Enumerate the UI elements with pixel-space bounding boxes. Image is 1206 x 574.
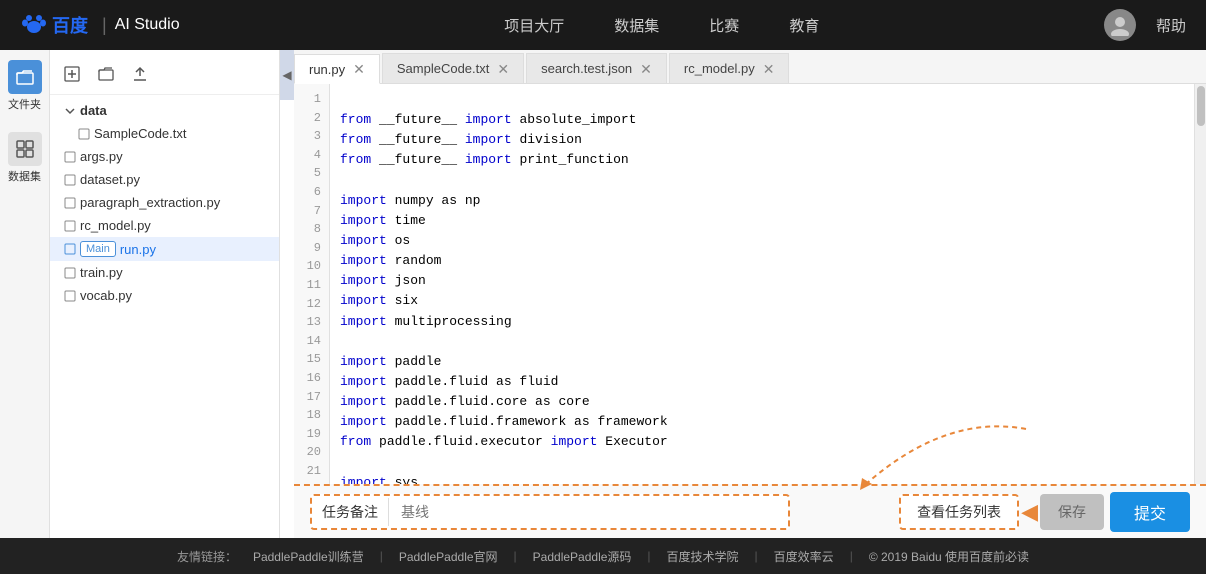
baidu-label: 百度 — [52, 12, 88, 38]
sidebar-dataset-group: 数据集 — [8, 132, 42, 184]
new-file-button[interactable] — [60, 62, 84, 86]
code-content[interactable]: from __future__ import absolute_import f… — [330, 84, 1194, 484]
folder-data[interactable]: data — [50, 99, 279, 122]
file-icon — [78, 128, 90, 140]
file-icon — [64, 174, 76, 186]
main-layout: 文件夹 数据集 data SampleCo — [0, 50, 1206, 538]
tab-close-samplecode[interactable]: ✕ — [497, 62, 509, 76]
file-icon — [64, 267, 76, 279]
file-args[interactable]: args.py — [50, 145, 279, 168]
editor-tabs: run.py ✕ SampleCode.txt ✕ search.test.js… — [294, 50, 1206, 84]
menu-item-competition[interactable]: 比赛 — [709, 15, 739, 36]
main-badge: Main — [80, 241, 116, 257]
footer-copyright: © 2019 Baidu 使用百度前必读 — [869, 548, 1029, 565]
sidebar-files-group: 文件夹 — [8, 60, 42, 112]
footer: 友情链接： PaddlePaddle训练营 | PaddlePaddle官网 |… — [0, 538, 1206, 574]
new-file-icon — [64, 66, 80, 82]
menu-item-datasets[interactable]: 数据集 — [614, 15, 659, 36]
footer-sep-4: | — [755, 549, 758, 563]
sidebar-icons: 文件夹 数据集 — [0, 50, 50, 538]
editor-area: run.py ✕ SampleCode.txt ✕ search.test.js… — [294, 50, 1206, 538]
file-rc-model[interactable]: rc_model.py — [50, 214, 279, 237]
new-folder-icon — [98, 66, 114, 82]
task-input-group: 任务备注 — [310, 494, 790, 530]
help-link[interactable]: 帮助 — [1156, 15, 1186, 36]
footer-link-baidutechacademy[interactable]: 百度技术学院 — [667, 548, 739, 565]
footer-link-baiducloud[interactable]: 百度效率云 — [774, 548, 834, 565]
file-train[interactable]: train.py — [50, 261, 279, 284]
file-icon — [64, 290, 76, 302]
upload-button[interactable] — [128, 62, 152, 86]
menu-item-projects[interactable]: 项目大厅 — [504, 15, 564, 36]
topnav: 百度 | AI Studio 项目大厅 数据集 比赛 教育 帮助 — [0, 0, 1206, 50]
view-tasks-button[interactable]: 查看任务列表 — [899, 494, 1019, 530]
new-folder-button[interactable] — [94, 62, 118, 86]
aistudio-label: AI Studio — [115, 16, 180, 34]
avatar[interactable] — [1104, 9, 1136, 41]
tab-close-search-json[interactable]: ✕ — [640, 62, 652, 76]
tab-label: run.py — [309, 62, 345, 77]
baidu-paw-icon — [20, 11, 48, 39]
file-run[interactable]: Main run.py — [50, 237, 279, 261]
grid-icon — [16, 140, 34, 158]
upload-icon — [132, 66, 148, 82]
footer-link-paddlecamp[interactable]: PaddlePaddle训练营 — [253, 548, 364, 565]
vertical-scrollbar[interactable] — [1194, 84, 1206, 484]
chevron-down-icon — [64, 105, 76, 117]
topnav-right: 帮助 — [1104, 9, 1186, 41]
menu-item-education[interactable]: 教育 — [789, 15, 819, 36]
file-icon — [64, 197, 76, 209]
footer-sep-3: | — [647, 549, 650, 563]
file-paragraph-extraction[interactable]: paragraph_extraction.py — [50, 191, 279, 214]
scrollbar-thumb[interactable] — [1197, 86, 1205, 126]
save-button[interactable]: 保存 — [1040, 494, 1104, 530]
tab-close-rc-model[interactable]: ✕ — [763, 62, 775, 76]
sidebar-dataset-icon[interactable] — [8, 132, 42, 166]
logo: 百度 | AI Studio — [20, 11, 180, 39]
file-dataset[interactable]: dataset.py — [50, 168, 279, 191]
file-vocab[interactable]: vocab.py — [50, 284, 279, 307]
tab-rc-model[interactable]: rc_model.py ✕ — [669, 53, 790, 83]
sidebar-files-icon[interactable] — [8, 60, 42, 94]
topnav-menu: 项目大厅 数据集 比赛 教育 — [220, 15, 1104, 36]
tab-search-json[interactable]: search.test.json ✕ — [526, 53, 667, 83]
baseline-input[interactable] — [389, 498, 788, 526]
submit-button[interactable]: 提交 — [1110, 492, 1190, 532]
task-note-label: 任务备注 — [312, 496, 388, 528]
tab-run-py[interactable]: run.py ✕ — [294, 54, 380, 84]
file-tree: data SampleCode.txt args.py dataset.py p… — [50, 50, 280, 538]
sidebar-dataset-label: 数据集 — [8, 168, 41, 184]
right-actions: 查看任务列表 ◀ 保存 提交 — [899, 492, 1190, 532]
task-input-inner: 任务备注 — [312, 496, 788, 528]
file-samplecode[interactable]: SampleCode.txt — [50, 122, 279, 145]
code-editor[interactable]: 123456789101112131415161718192021222324 … — [294, 84, 1206, 484]
line-numbers: 123456789101112131415161718192021222324 — [294, 84, 330, 484]
collapse-panel-button[interactable]: ◀ — [280, 50, 294, 100]
file-icon — [64, 151, 76, 163]
folder-icon — [16, 68, 34, 86]
avatar-icon — [1109, 14, 1131, 36]
footer-sep-2: | — [514, 549, 517, 563]
logo-divider: | — [102, 15, 107, 36]
tab-samplecode[interactable]: SampleCode.txt ✕ — [382, 53, 524, 83]
tab-close-run[interactable]: ✕ — [353, 62, 365, 76]
footer-link-paddleofficial[interactable]: PaddlePaddle官网 — [399, 548, 498, 565]
file-tree-toolbar — [50, 58, 279, 95]
bottom-bar: 任务备注 查看任务列表 ◀ 保存 提交 — [294, 484, 1206, 538]
tab-label: search.test.json — [541, 61, 632, 76]
tab-label: rc_model.py — [684, 61, 755, 76]
footer-sep-1: | — [380, 549, 383, 563]
arrow-right-icon: ◀ — [1021, 499, 1038, 525]
tab-label: SampleCode.txt — [397, 61, 490, 76]
footer-prefix: 友情链接： — [177, 548, 237, 565]
footer-link-paddlesource[interactable]: PaddlePaddle源码 — [533, 548, 632, 565]
sidebar-files-label: 文件夹 — [8, 96, 41, 112]
file-icon — [64, 243, 76, 255]
footer-sep-5: | — [850, 549, 853, 563]
file-icon — [64, 220, 76, 232]
